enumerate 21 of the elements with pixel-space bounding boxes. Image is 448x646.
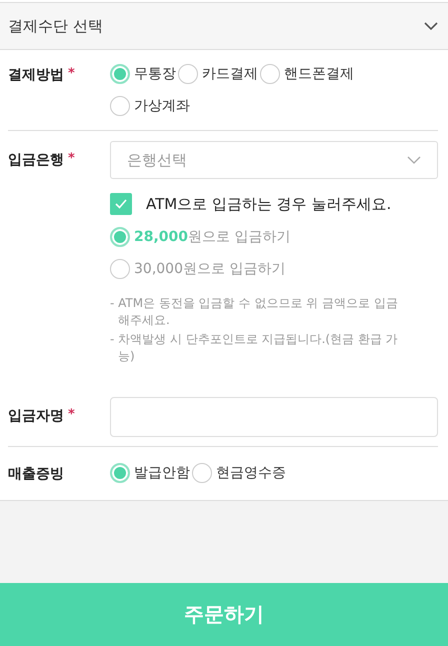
dropdown-label: 결제수단 선택 [8,16,103,36]
radio-option[interactable]: 카드결제 [178,64,258,84]
payment-method-dropdown[interactable]: 결제수단 선택 [0,2,448,50]
depositor-input[interactable] [110,397,438,437]
radio-option[interactable]: 현금영수증 [192,463,286,483]
atm-checkbox[interactable]: ATM으로 입금하는 경우 눌러주세요. [110,193,438,215]
radio-option[interactable]: 핸드폰결제 [260,64,354,84]
field-label: 입금은행 [8,151,64,169]
note-text: - 차액발생 시 단추포인트로 지급됩니다.(현금 환급 가능) [110,331,399,365]
chevron-icon [407,156,421,164]
field-label: 매출증빙 [8,465,64,483]
radio-option[interactable]: 무통장 [110,64,176,84]
field-label: 결제방법 [8,66,64,84]
field-label: 입금자명 [8,407,64,425]
required-mark: * [68,66,75,81]
radio-option[interactable]: 발급안함 [110,463,190,483]
note-text: - ATM은 동전을 입금할 수 없으므로 위 금액으로 입금해주세요. [110,295,399,329]
select-placeholder: 은행선택 [127,150,187,170]
required-mark: * [68,407,75,422]
required-mark: * [68,151,75,166]
radio-option[interactable]: 가상계좌 [110,96,190,116]
